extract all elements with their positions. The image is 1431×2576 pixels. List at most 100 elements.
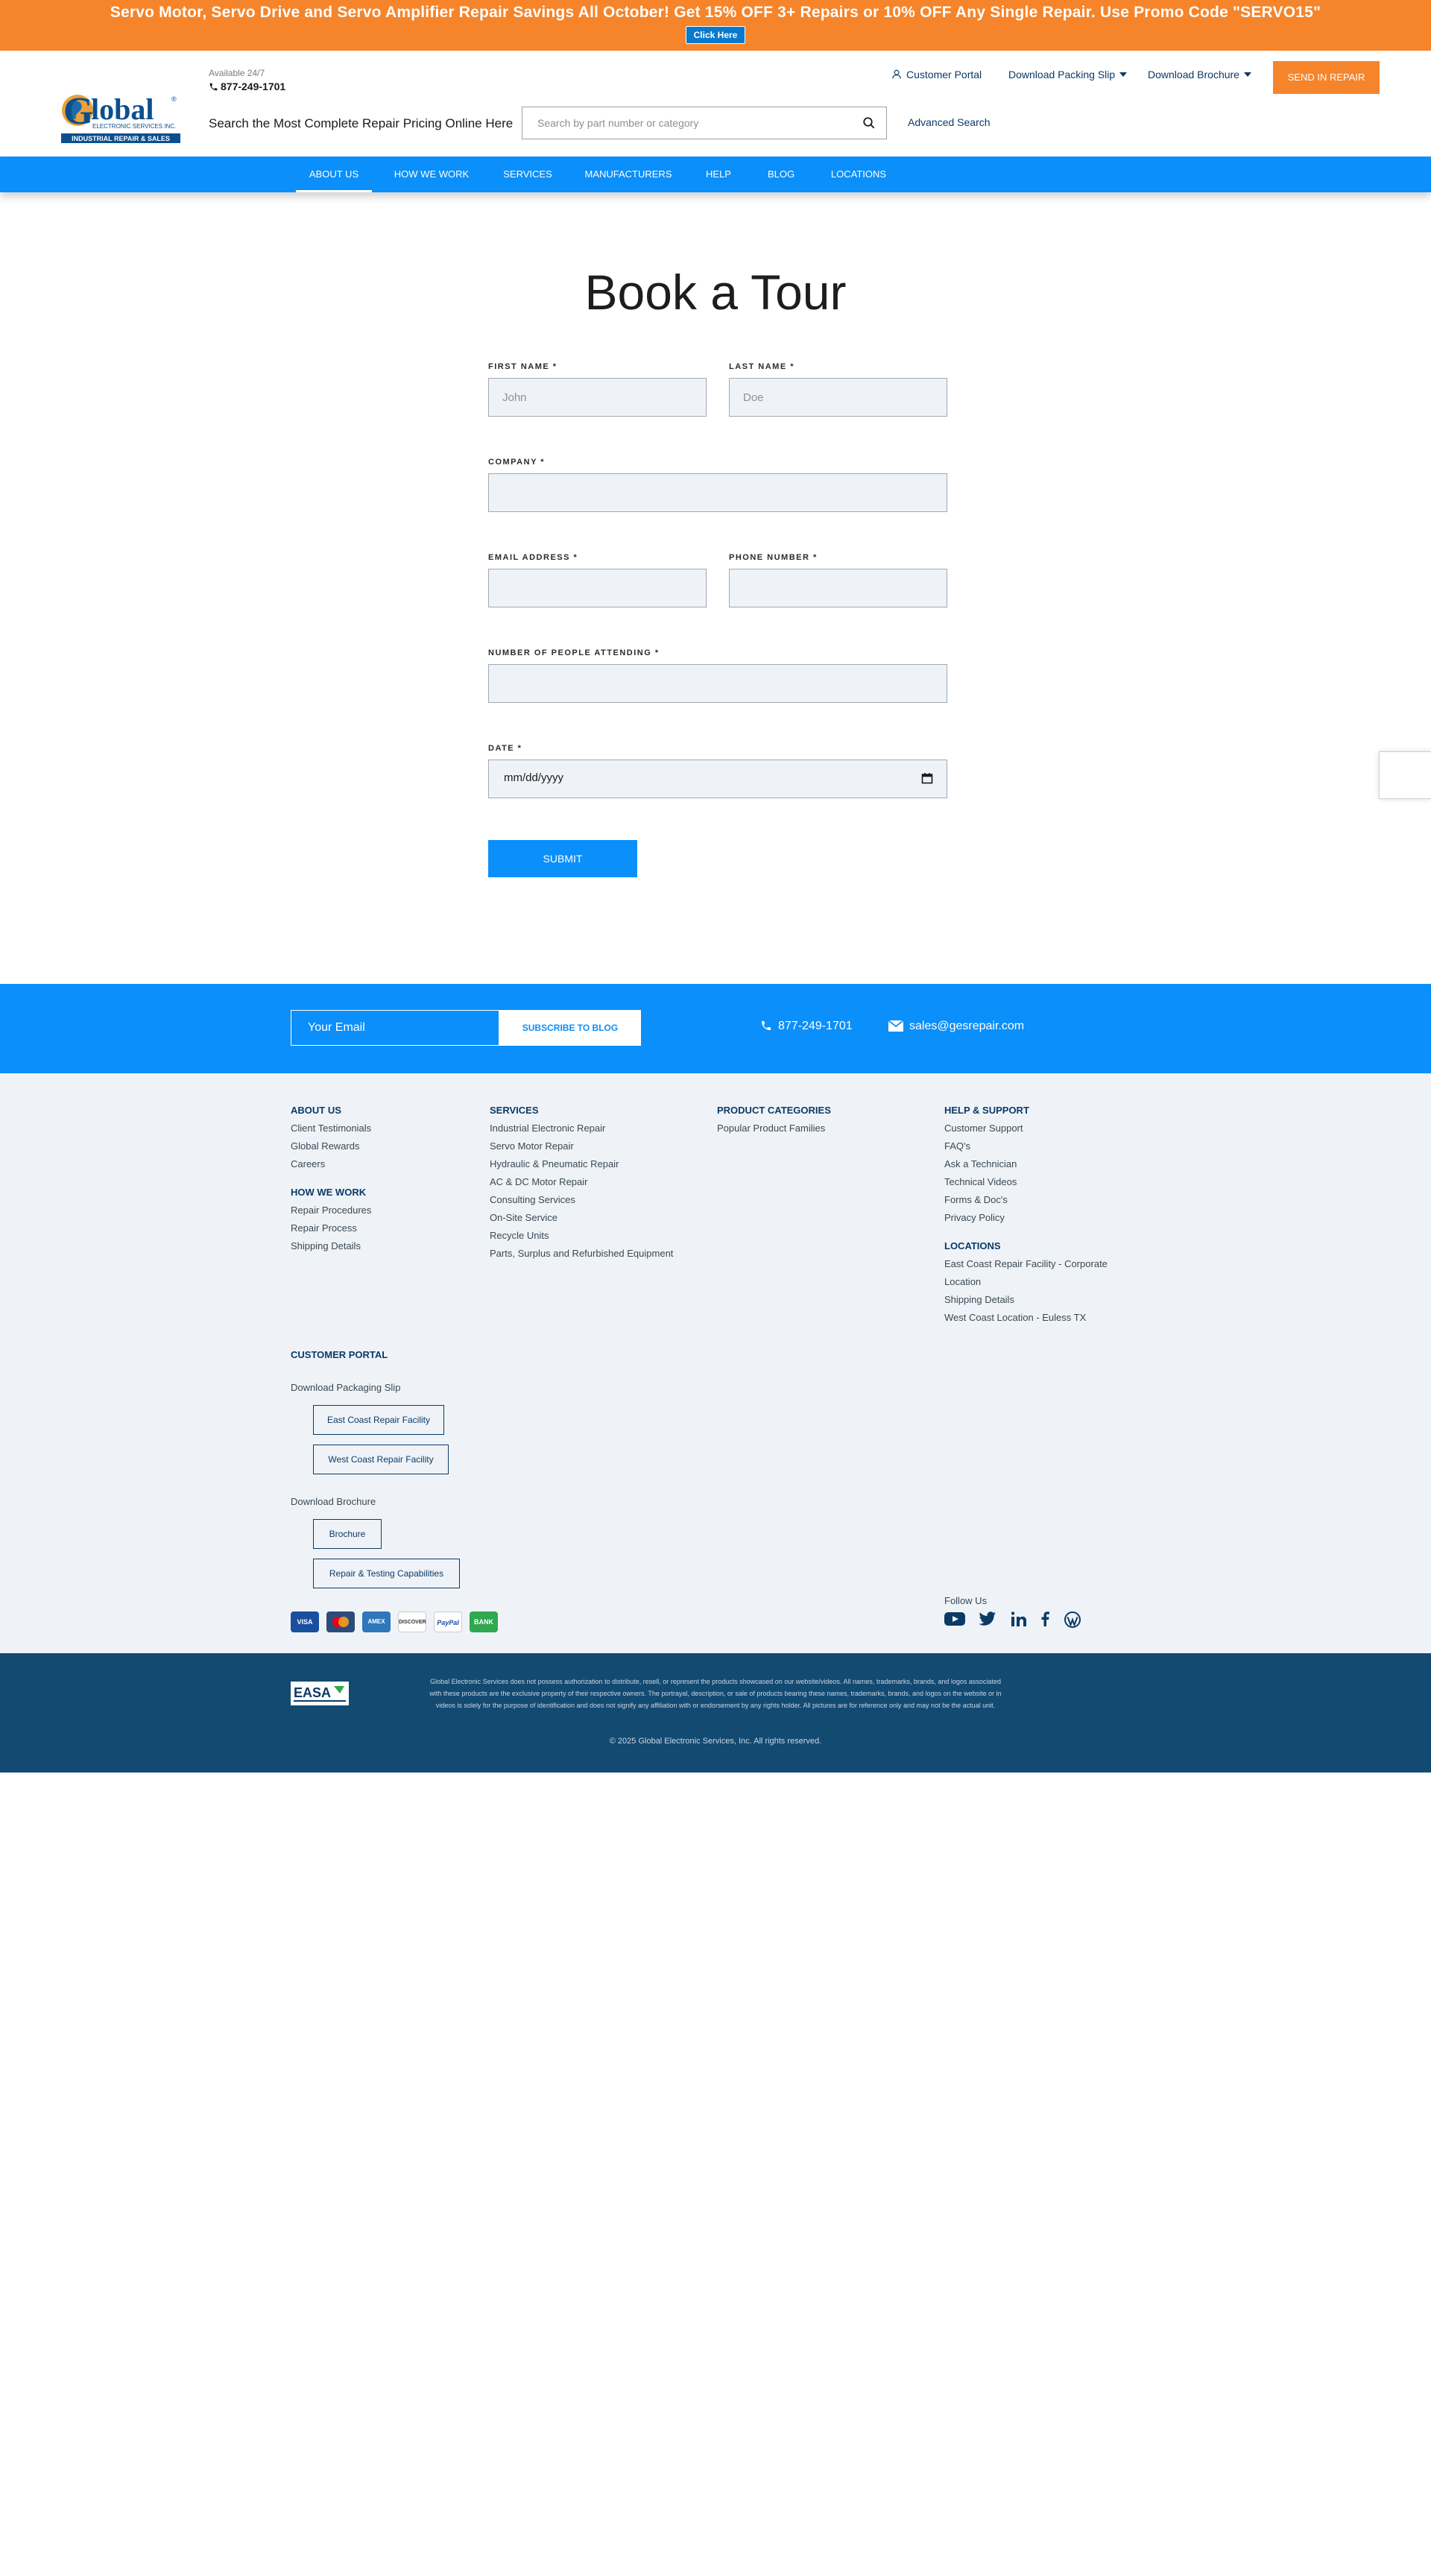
footer-products-heading[interactable]: PRODUCT CATEGORIES <box>717 1105 831 1116</box>
footer-link[interactable]: East Coast Repair Facility - Corporate <box>944 1258 1108 1269</box>
linkedin-icon[interactable] <box>1011 1611 1026 1626</box>
submit-button[interactable]: SUBMIT <box>488 840 637 877</box>
svg-text:ELECTRONIC SERVICES INC.: ELECTRONIC SERVICES INC. <box>92 123 176 130</box>
customer-portal-label: Customer Portal <box>906 69 982 80</box>
visa-icon: VISA <box>291 1611 319 1632</box>
footer-link[interactable]: Global Rewards <box>291 1140 360 1152</box>
global-logo[interactable]: G lobal ® ELECTRONIC SERVICES INC. INDUS… <box>60 86 182 145</box>
footer-link[interactable]: Careers <box>291 1158 325 1169</box>
calendar-icon[interactable] <box>921 772 933 784</box>
download-brochure-label: Download Brochure <box>291 1496 376 1507</box>
footer-link[interactable]: Consulting Services <box>490 1194 575 1205</box>
nav-help[interactable]: HELP <box>699 157 738 192</box>
nav-manufacturers[interactable]: MANUFACTURERS <box>580 157 677 192</box>
last-name-label: LAST NAME * <box>729 362 795 371</box>
footer-help-heading[interactable]: HELP & SUPPORT <box>944 1105 1029 1116</box>
footer-link[interactable]: FAQ's <box>944 1140 970 1152</box>
twitter-icon[interactable] <box>979 1611 996 1626</box>
footer-link[interactable]: Technical Videos <box>944 1176 1017 1187</box>
svg-text:G: G <box>63 90 93 133</box>
footer-about-heading[interactable]: ABOUT US <box>291 1105 341 1116</box>
footer-link[interactable]: Industrial Electronic Repair <box>490 1123 605 1134</box>
phone-icon <box>209 83 218 91</box>
footer-link[interactable]: Repair Procedures <box>291 1205 371 1216</box>
phone-icon <box>762 1021 771 1030</box>
footer-how-heading[interactable]: HOW WE WORK <box>291 1187 366 1198</box>
west-coast-slip-button[interactable]: West Coast Repair Facility <box>313 1445 449 1474</box>
search-input[interactable] <box>522 107 835 139</box>
nav-services[interactable]: SERVICES <box>498 157 557 192</box>
nav-how-we-work[interactable]: HOW WE WORK <box>388 157 476 192</box>
last-name-field[interactable] <box>729 378 947 417</box>
header-phone[interactable]: 877-249-1701 <box>209 80 285 92</box>
header-phone-number: 877-249-1701 <box>221 80 286 92</box>
promo-click-here-button[interactable]: Click Here <box>685 26 746 44</box>
footer-link[interactable]: AC & DC Motor Repair <box>490 1176 587 1187</box>
footer-email-address: sales@gesrepair.com <box>909 1020 1025 1032</box>
download-brochure-dropdown[interactable]: Download Brochure <box>1148 69 1251 80</box>
company-field[interactable] <box>488 473 947 512</box>
download-packaging-slip-label: Download Packaging Slip <box>291 1382 401 1393</box>
customer-portal-link[interactable]: Customer Portal <box>891 69 982 80</box>
brochure-button[interactable]: Brochure <box>313 1519 382 1549</box>
footer-link[interactable]: Location <box>944 1276 981 1287</box>
recaptcha-badge[interactable] <box>1379 751 1431 799</box>
download-packing-slip-dropdown[interactable]: Download Packing Slip <box>1008 69 1128 80</box>
easa-logo: EASA <box>291 1682 349 1705</box>
send-in-repair-button[interactable]: SEND IN REPAIR <box>1273 61 1380 94</box>
footer-email-link[interactable]: sales@gesrepair.com <box>888 1020 1024 1033</box>
footer-link[interactable]: Parts, Surplus and Refurbished Equipment <box>490 1248 673 1259</box>
footer-services-heading[interactable]: SERVICES <box>490 1105 539 1116</box>
promo-text: Servo Motor, Servo Drive and Servo Ampli… <box>110 4 1321 21</box>
footer-link[interactable]: Servo Motor Repair <box>490 1140 574 1152</box>
footer-link[interactable]: On-Site Service <box>490 1212 557 1223</box>
search-icon[interactable] <box>862 116 876 130</box>
footer-portal-heading[interactable]: CUSTOMER PORTAL <box>291 1349 388 1360</box>
first-name-label: FIRST NAME * <box>488 362 557 371</box>
chevron-down-icon <box>1119 72 1128 77</box>
subscribe-to-blog-button[interactable]: SUBSCRIBE TO BLOG <box>499 1010 641 1046</box>
email-field[interactable] <box>488 569 707 607</box>
date-field[interactable]: mm/dd/yyyy <box>488 760 947 798</box>
footer-phone-number: 877-249-1701 <box>778 1020 853 1032</box>
footer-link[interactable]: Shipping Details <box>944 1294 1014 1305</box>
footer-link[interactable]: Hydraulic & Pneumatic Repair <box>490 1158 619 1169</box>
people-attending-label: NUMBER OF PEOPLE ATTENDING * <box>488 648 660 657</box>
search-box <box>522 107 887 139</box>
east-coast-slip-button[interactable]: East Coast Repair Facility <box>313 1405 444 1435</box>
phone-field[interactable] <box>729 569 947 607</box>
footer-locations-heading[interactable]: LOCATIONS <box>944 1240 1001 1251</box>
nav-locations[interactable]: LOCATIONS <box>824 157 893 192</box>
footer-link[interactable]: Privacy Policy <box>944 1212 1005 1223</box>
footer-link[interactable]: Popular Product Families <box>717 1123 825 1134</box>
footer-link[interactable]: Ask a Technician <box>944 1158 1017 1169</box>
nav-about-us[interactable]: ABOUT US <box>296 157 372 192</box>
subscribe-email-input[interactable]: Your Email <box>291 1010 499 1046</box>
repair-capabilities-button[interactable]: Repair & Testing Capabilities <box>313 1559 460 1588</box>
chevron-down-icon <box>1243 72 1251 77</box>
footer-link[interactable]: West Coast Location - Euless TX <box>944 1312 1086 1323</box>
availability-text: Available 24/7 <box>209 68 265 78</box>
svg-text:INDUSTRIAL REPAIR & SALES: INDUSTRIAL REPAIR & SALES <box>72 135 170 142</box>
footer-link[interactable]: Repair Process <box>291 1222 357 1234</box>
copyright-text: © 2025 Global Electronic Services, Inc. … <box>609 1737 822 1746</box>
first-name-field[interactable] <box>488 378 707 417</box>
wordpress-icon[interactable] <box>1064 1611 1081 1628</box>
site-header: G lobal ® ELECTRONIC SERVICES INC. INDUS… <box>0 51 1431 157</box>
main-nav: ABOUT US HOW WE WORK SERVICES MANUFACTUR… <box>0 157 1431 192</box>
facebook-icon[interactable] <box>1040 1611 1049 1626</box>
svg-text:®: ® <box>171 95 177 103</box>
footer-link[interactable]: Shipping Details <box>291 1240 361 1251</box>
footer-link[interactable]: Recycle Units <box>490 1230 549 1241</box>
nav-blog[interactable]: BLOG <box>760 157 802 192</box>
footer-phone-link[interactable]: 877-249-1701 <box>760 1020 853 1033</box>
advanced-search-link[interactable]: Advanced Search <box>908 116 991 128</box>
footer-link[interactable]: Client Testimonials <box>291 1123 371 1134</box>
svg-text:EASA: EASA <box>294 1685 331 1700</box>
people-attending-field[interactable] <box>488 664 947 703</box>
footer-link[interactable]: Customer Support <box>944 1123 1023 1134</box>
footer-link[interactable]: Forms & Doc's <box>944 1194 1008 1205</box>
subscribe-band: Your Email SUBSCRIBE TO BLOG 877-249-170… <box>0 984 1431 1073</box>
youtube-icon[interactable] <box>944 1611 965 1626</box>
packing-slip-label: Download Packing Slip <box>1008 69 1116 80</box>
